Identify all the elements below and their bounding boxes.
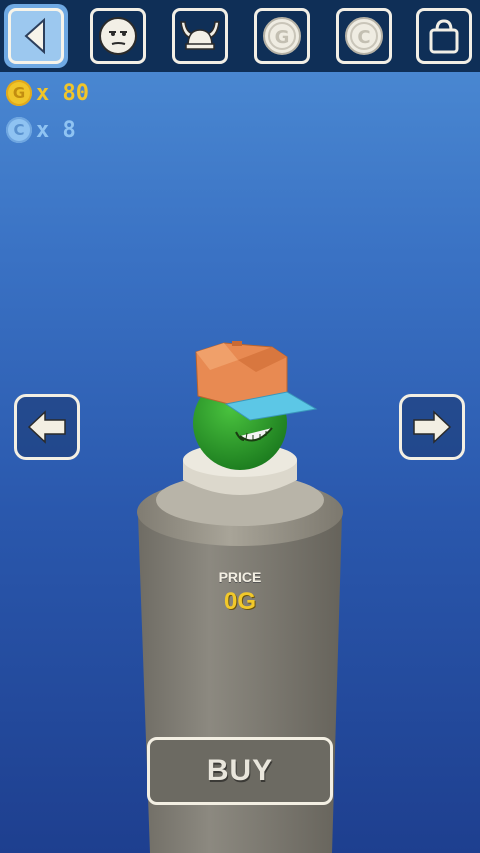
price-label: PRICE bbox=[218, 569, 262, 585]
next-item-button[interactable] bbox=[399, 394, 465, 460]
buy-button[interactable]: BUY bbox=[147, 737, 333, 805]
left-arrow-icon bbox=[27, 410, 66, 444]
previous-item-button[interactable] bbox=[14, 394, 80, 460]
right-arrow-icon bbox=[413, 410, 452, 444]
price-value: 0G bbox=[223, 588, 256, 615]
